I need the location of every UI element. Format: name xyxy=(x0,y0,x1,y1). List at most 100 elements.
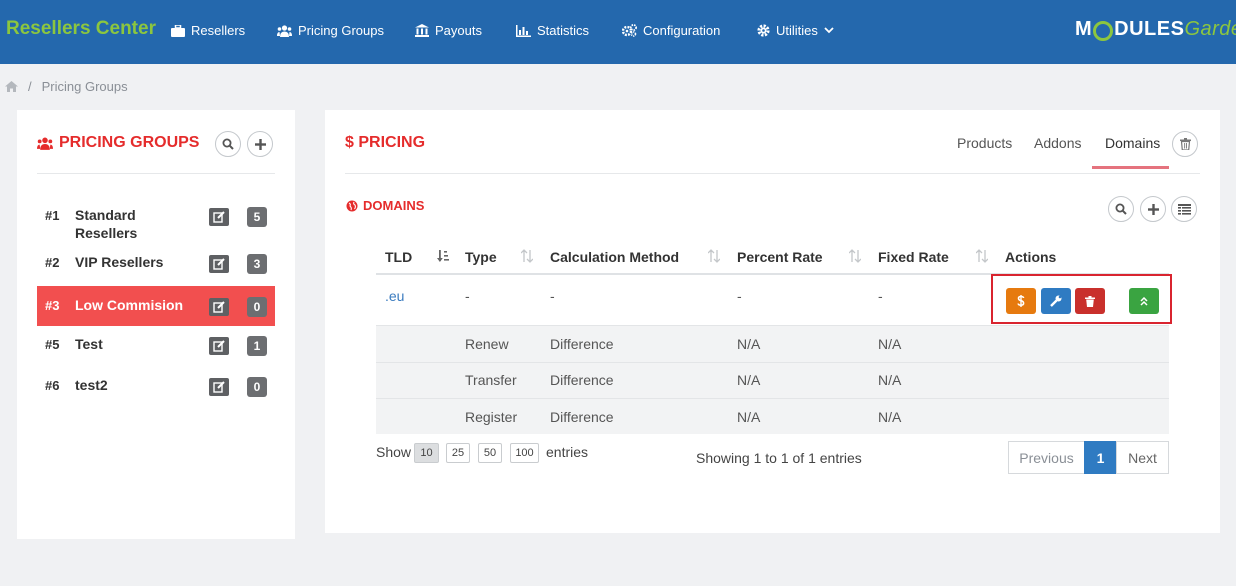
pricing-group-row[interactable]: #5 Test 1 xyxy=(37,325,275,365)
page-length-50[interactable]: 50 xyxy=(478,443,502,463)
nav-pricing-groups[interactable]: Pricing Groups xyxy=(277,23,384,38)
group-name: VIP Resellers xyxy=(75,254,164,270)
nav-statistics-label: Statistics xyxy=(537,23,590,38)
delete-domain-button[interactable] xyxy=(1075,288,1105,314)
briefcase-icon xyxy=(171,24,185,37)
gear-icon xyxy=(757,24,770,37)
search-domains-button[interactable] xyxy=(1108,196,1134,222)
column-header-fixed-rate[interactable]: Fixed Rate xyxy=(878,249,949,265)
tld-cell[interactable]: .eu xyxy=(385,288,404,304)
dollar-icon xyxy=(1017,295,1025,307)
pricing-groups-title: PRICING GROUPS xyxy=(59,134,200,151)
delete-pricing-button[interactable] xyxy=(1172,131,1198,157)
trash-icon xyxy=(1179,138,1191,150)
group-count-badge: 1 xyxy=(247,336,267,356)
sort-icon[interactable] xyxy=(521,249,533,263)
divider xyxy=(345,173,1200,174)
pricing-group-row[interactable]: #2 VIP Resellers 3 xyxy=(37,243,275,283)
group-count-badge: 5 xyxy=(247,207,267,227)
home-icon[interactable] xyxy=(5,81,18,92)
active-tab-indicator xyxy=(1092,166,1169,169)
nav-pricing-groups-label: Pricing Groups xyxy=(298,23,384,38)
page-1-button[interactable]: 1 xyxy=(1084,441,1117,474)
expand-row-button[interactable] xyxy=(1129,288,1159,314)
pricing-group-row-active[interactable]: #3 Low Commision 0 xyxy=(37,286,275,326)
nav-utilities-label: Utilities xyxy=(776,23,818,38)
nav-utilities[interactable]: Utilities xyxy=(757,23,834,38)
double-chevron-up-icon xyxy=(1140,296,1148,306)
previous-page-button[interactable]: Previous xyxy=(1008,441,1085,474)
column-header-type[interactable]: Type xyxy=(465,249,497,265)
search-icon xyxy=(1115,203,1127,215)
sort-ascending-icon[interactable] xyxy=(437,249,449,263)
column-header-calculation-method[interactable]: Calculation Method xyxy=(550,249,679,265)
add-domain-button[interactable] xyxy=(1140,196,1166,222)
page-length-10[interactable]: 10 xyxy=(414,443,439,463)
sub-row-fixed: N/A xyxy=(878,409,902,425)
bar-chart-icon xyxy=(516,24,531,37)
edit-icon[interactable] xyxy=(209,337,229,355)
configure-button[interactable] xyxy=(1041,288,1071,314)
group-count-badge: 3 xyxy=(247,254,267,274)
sub-row-percent: N/A xyxy=(737,409,761,425)
pricing-group-row[interactable]: #1 Standard Resellers 5 xyxy=(37,196,275,241)
method-cell: - xyxy=(550,288,555,304)
wrench-icon xyxy=(1050,295,1062,307)
sub-row-fixed: N/A xyxy=(878,372,902,388)
sort-icon[interactable] xyxy=(976,249,988,263)
entries-label: entries xyxy=(546,444,589,460)
logo-circle-icon xyxy=(1093,20,1114,41)
pricing-group-row[interactable]: #6 test2 0 xyxy=(37,366,275,406)
edit-icon[interactable] xyxy=(209,208,229,226)
nav-statistics[interactable]: Statistics xyxy=(516,23,589,38)
nav-resellers[interactable]: Resellers xyxy=(171,23,245,38)
chevron-down-icon xyxy=(824,27,834,34)
add-group-button[interactable] xyxy=(247,131,273,157)
breadcrumb: / Pricing Groups xyxy=(5,79,128,94)
pricing-button[interactable] xyxy=(1006,288,1036,314)
edit-icon[interactable] xyxy=(209,298,229,316)
modulesgarden-logo[interactable]: MDULESGarden xyxy=(1075,18,1236,41)
users-icon xyxy=(277,24,292,37)
breadcrumb-separator: / xyxy=(28,79,32,94)
nav-configuration[interactable]: Configuration xyxy=(622,23,720,38)
sort-icon[interactable] xyxy=(708,249,720,263)
tab-products[interactable]: Products xyxy=(957,135,1012,151)
tab-addons[interactable]: Addons xyxy=(1034,135,1081,151)
group-number: #1 xyxy=(45,208,60,223)
group-name: Standard Resellers xyxy=(75,207,138,241)
trash-icon xyxy=(1085,295,1095,307)
search-icon xyxy=(222,138,234,150)
edit-icon[interactable] xyxy=(209,378,229,396)
column-header-tld[interactable]: TLD xyxy=(385,249,412,265)
show-label: Show xyxy=(376,444,412,460)
sub-row-type: Transfer xyxy=(465,372,517,388)
columns-toggle-button[interactable] xyxy=(1171,196,1197,222)
group-number: #3 xyxy=(45,298,60,313)
group-count-badge: 0 xyxy=(247,377,267,397)
tab-domains[interactable]: Domains xyxy=(1105,135,1160,151)
table-info: Showing 1 to 1 of 1 entries xyxy=(696,450,862,466)
sub-row-method: Difference xyxy=(550,409,614,425)
cogs-icon xyxy=(622,24,637,37)
pricing-groups-heading: PRICING GROUPS xyxy=(37,134,199,152)
top-navbar: Resellers Center Resellers Pricing Group… xyxy=(0,0,1236,64)
search-groups-button[interactable] xyxy=(215,131,241,157)
sub-row-fixed: N/A xyxy=(878,336,902,352)
breadcrumb-current: Pricing Groups xyxy=(41,79,128,94)
page-length-25[interactable]: 25 xyxy=(446,443,470,463)
sub-row-method: Difference xyxy=(550,372,614,388)
column-header-percent-rate[interactable]: Percent Rate xyxy=(737,249,823,265)
nav-payouts[interactable]: Payouts xyxy=(415,23,482,38)
nav-payouts-label: Payouts xyxy=(435,23,482,38)
edit-icon[interactable] xyxy=(209,255,229,273)
next-page-button[interactable]: Next xyxy=(1116,441,1169,474)
pricing-title: $ PRICING xyxy=(345,134,426,151)
brand-title[interactable]: Resellers Center xyxy=(6,18,156,40)
page-length-100[interactable]: 100 xyxy=(510,443,539,463)
nav-resellers-label: Resellers xyxy=(191,23,246,38)
domains-title-label: DOMAINS xyxy=(363,198,425,213)
sort-icon[interactable] xyxy=(849,249,861,263)
group-name: test2 xyxy=(75,377,108,393)
group-name: Low Commision xyxy=(75,297,184,313)
